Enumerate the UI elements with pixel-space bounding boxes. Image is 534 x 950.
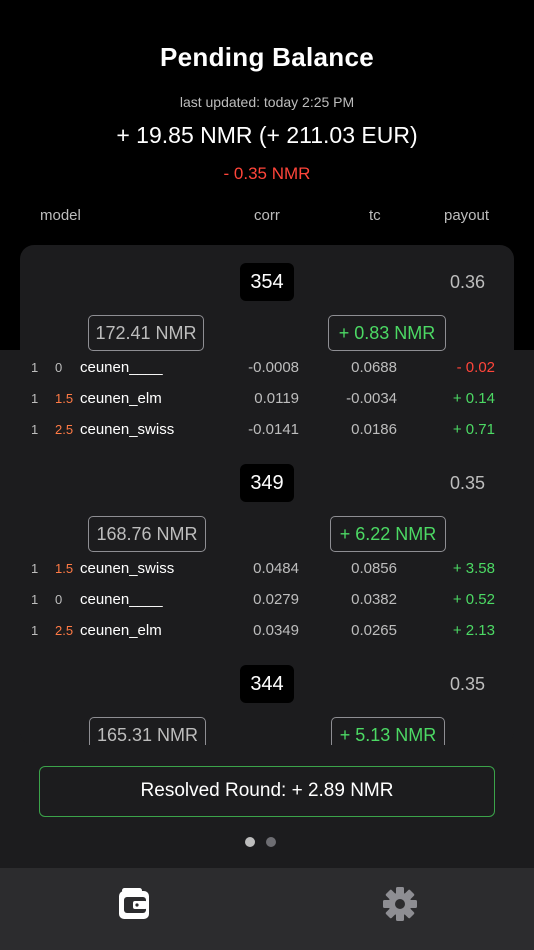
page-indicator-dot-active[interactable]	[245, 837, 255, 847]
row-multiplier: 0	[55, 592, 63, 607]
table-row[interactable]: 1 0 ceunen____ -0.0008 0.0688 - 0.02	[0, 356, 534, 380]
row-model-name: ceunen_swiss	[80, 421, 175, 438]
gear-icon	[383, 887, 417, 921]
row-corr: 0.0484	[253, 560, 299, 577]
row-model-name: ceunen_swiss	[80, 560, 175, 577]
page-indicator-dot[interactable]	[266, 837, 276, 847]
round-stake: 172.41 NMR	[88, 315, 204, 351]
round-partial-clip: 165.31 NMR + 5.13 NMR	[0, 710, 534, 745]
row-tc: 0.0856	[351, 560, 397, 577]
row-multiplier: 1.5	[55, 391, 74, 406]
tab-settings[interactable]	[380, 884, 420, 924]
table-row[interactable]: 1 1.5 ceunen_swiss 0.0484 0.0856 + 3.58	[0, 557, 534, 581]
table-row[interactable]: 1 2.5 ceunen_elm 0.0349 0.0265 + 2.13	[0, 619, 534, 643]
table-row[interactable]: 1 1.5 ceunen_elm 0.0119 -0.0034 + 0.14	[0, 387, 534, 411]
row-corr: -0.0008	[248, 359, 299, 376]
row-index: 1	[31, 623, 39, 638]
row-index: 1	[31, 561, 39, 576]
round-number-badge[interactable]: 344	[240, 665, 294, 703]
last-updated: last updated: today 2:25 PM	[179, 94, 355, 110]
column-header-corr: corr	[254, 207, 280, 224]
row-corr: 0.0279	[253, 591, 299, 608]
column-header-model: model	[40, 207, 81, 224]
row-payout: + 0.52	[452, 591, 495, 608]
row-tc: 0.0186	[351, 421, 397, 438]
row-corr: 0.0119	[254, 390, 299, 407]
column-header-payout: payout	[444, 207, 490, 224]
row-multiplier: 2.5	[55, 422, 74, 437]
tab-bar	[0, 868, 534, 950]
row-index: 1	[31, 422, 39, 437]
row-model-name: ceunen____	[80, 591, 163, 608]
round-stake: 165.31 NMR	[89, 717, 206, 745]
round-value: 0.35	[450, 473, 486, 493]
round-stake: 168.76 NMR	[88, 516, 206, 552]
column-header-tc: tc	[369, 207, 381, 224]
table-row[interactable]: 1 2.5 ceunen_swiss -0.0141 0.0186 + 0.71	[0, 418, 534, 442]
row-corr: -0.0141	[248, 421, 299, 438]
row-multiplier: 2.5	[55, 623, 74, 638]
row-payout: - 0.02	[456, 359, 495, 376]
round-value: 0.36	[450, 272, 486, 292]
round-number-badge[interactable]: 354	[240, 263, 294, 301]
round-number-badge[interactable]: 349	[240, 464, 294, 502]
wallet-icon	[119, 888, 149, 919]
round-payout: + 6.22 NMR	[330, 516, 446, 552]
tab-wallet[interactable]	[114, 884, 154, 924]
round-payout: + 0.83 NMR	[328, 315, 446, 351]
round-value: 0.35	[450, 674, 486, 694]
pending-balance-value: + 19.85 NMR (+ 211.03 EUR)	[116, 122, 418, 148]
resolved-round-button[interactable]: Resolved Round: + 2.89 NMR	[39, 766, 495, 817]
row-index: 1	[31, 360, 39, 375]
row-payout: + 0.71	[452, 421, 495, 438]
row-model-name: ceunen_elm	[80, 390, 162, 407]
row-payout: + 2.13	[452, 622, 495, 639]
row-payout: + 0.14	[452, 390, 495, 407]
balance-delta: - 0.35 NMR	[223, 164, 311, 183]
row-tc: 0.0265	[351, 622, 397, 639]
page-title: Pending Balance	[160, 42, 374, 72]
row-multiplier: 0	[55, 360, 63, 375]
row-multiplier: 1.5	[55, 561, 74, 576]
row-index: 1	[31, 391, 39, 406]
row-tc: 0.0688	[351, 359, 397, 376]
row-model-name: ceunen____	[80, 359, 163, 376]
row-index: 1	[31, 592, 39, 607]
row-model-name: ceunen_elm	[80, 622, 162, 639]
row-tc: -0.0034	[346, 390, 397, 407]
row-tc: 0.0382	[351, 591, 397, 608]
table-row[interactable]: 1 0 ceunen____ 0.0279 0.0382 + 0.52	[0, 588, 534, 612]
row-corr: 0.0349	[253, 622, 299, 639]
row-payout: + 3.58	[452, 560, 495, 577]
round-payout: + 5.13 NMR	[331, 717, 445, 745]
